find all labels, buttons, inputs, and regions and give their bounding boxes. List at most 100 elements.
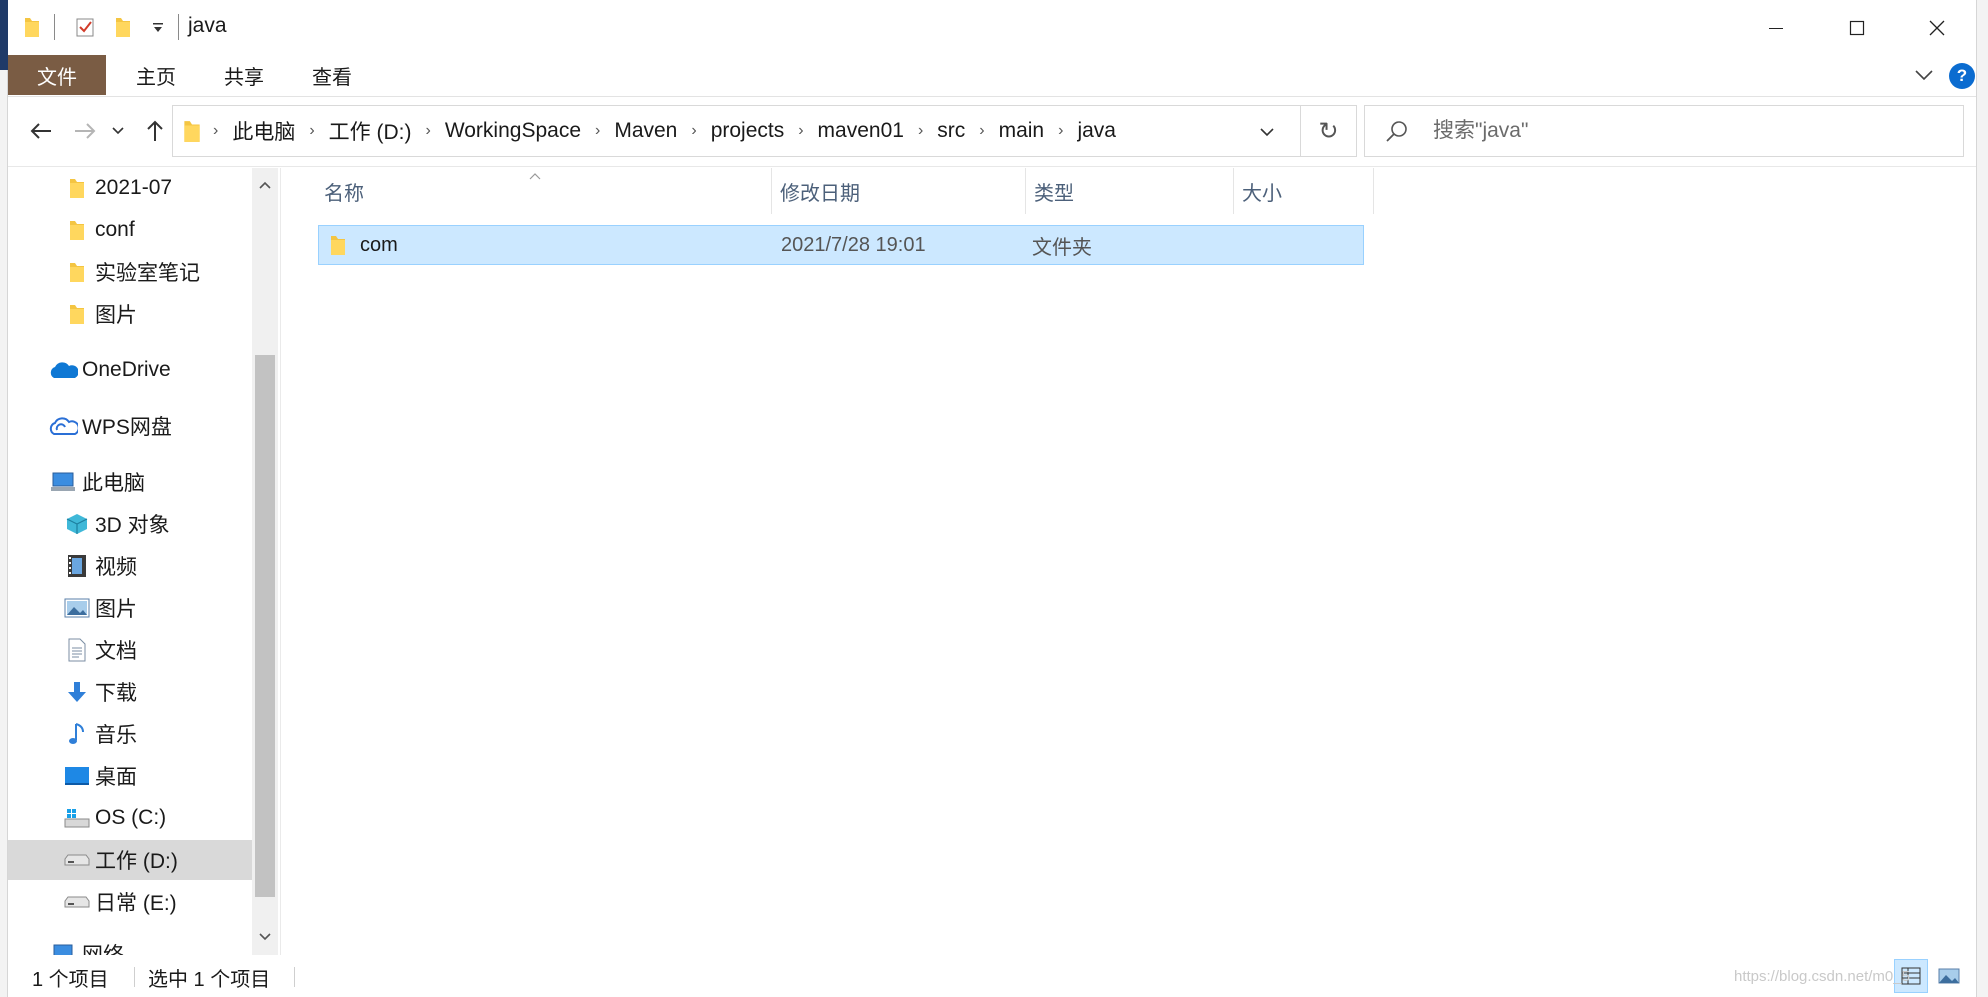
sidebar-item-lab-notes[interactable]: 实验室笔记 [8,252,252,292]
tab-view[interactable]: 查看 [296,55,368,95]
help-button[interactable]: ? [1949,63,1975,89]
large-icons-view-button[interactable] [1932,959,1966,993]
new-folder-icon[interactable] [112,14,134,40]
download-icon [64,679,90,705]
sidebar-item-this-pc[interactable]: 此电脑 [8,462,252,502]
up-button[interactable] [140,115,170,147]
sidebar-item-label: 音乐 [95,724,137,747]
ribbon: 文件 主页 共享 查看 ? [8,55,1976,97]
breadcrumb-item[interactable]: src [929,119,973,143]
sidebar-item-desktop[interactable]: 桌面 [8,756,252,796]
sidebar-item-label: 工作 (D:) [95,850,178,873]
breadcrumb-item[interactable]: Maven [606,119,685,143]
file-explorer-window: java 文件 主页 共享 查看 ? › 此电脑 › 工作 (D:) › Wor… [8,0,1976,997]
breadcrumb-separator[interactable]: › [912,122,929,140]
breadcrumb-item[interactable]: 工作 (D:) [321,116,420,146]
back-button[interactable] [26,115,56,147]
breadcrumb-item-current[interactable]: java [1069,119,1124,143]
tab-home[interactable]: 主页 [120,55,192,95]
search-input[interactable] [1433,106,1953,156]
sidebar-item-videos[interactable]: 视频 [8,546,252,586]
minimize-button[interactable] [1735,0,1817,55]
scroll-down-icon[interactable] [252,924,278,950]
sidebar-item-label: 日常 (E:) [95,892,177,915]
close-button[interactable] [1896,0,1978,55]
scroll-up-icon[interactable] [252,172,278,198]
folder-icon [22,14,42,40]
sidebar-item-label: 2021-07 [95,176,173,199]
customize-quick-access-icon[interactable] [148,14,168,40]
breadcrumb-separator[interactable]: › [792,122,809,140]
expand-ribbon-icon[interactable] [1910,63,1938,87]
breadcrumb-item[interactable]: maven01 [810,119,912,143]
sidebar-item-downloads[interactable]: 下载 [8,672,252,712]
breadcrumb-separator[interactable]: › [685,122,702,140]
desktop-icon [64,763,90,789]
breadcrumb: › 此电脑 › 工作 (D:) › WorkingSpace › Maven ›… [183,106,1124,156]
sidebar-item-conf[interactable]: conf [8,210,252,250]
sidebar-item-label: 3D 对象 [95,514,170,537]
sidebar-item-onedrive[interactable]: OneDrive [8,350,252,390]
sidebar-item-pictures-folder[interactable]: 图片 [8,294,252,334]
column-header-modified[interactable]: 修改日期 [772,168,1026,214]
sidebar-item-label: WPS网盘 [82,416,172,439]
navigation-scrollbar[interactable] [252,168,278,955]
maximize-button[interactable] [1816,0,1898,55]
navigation-bar: › 此电脑 › 工作 (D:) › WorkingSpace › Maven ›… [8,97,1976,167]
video-icon [64,553,90,579]
breadcrumb-item[interactable]: 此电脑 [224,116,303,146]
sidebar-item-label: 实验室笔记 [95,262,200,285]
sidebar-item-wps-drive[interactable]: WPS网盘 [8,406,252,446]
background-window-right [1976,0,1988,997]
table-row[interactable]: com 2021/7/28 19:01 文件夹 [318,225,1364,265]
window-title: java [188,14,227,37]
folder-icon [64,217,90,243]
network-icon [50,941,76,955]
folder-icon [64,175,90,201]
breadcrumb-separator[interactable]: › [303,122,320,140]
refresh-button[interactable]: ↻ [1301,105,1357,157]
music-icon [64,721,90,747]
tab-file[interactable]: 文件 [8,55,106,95]
breadcrumb-item[interactable]: WorkingSpace [437,119,589,143]
scrollbar-thumb[interactable] [255,355,275,897]
sidebar-item-pictures[interactable]: 图片 [8,588,252,628]
address-history-icon[interactable] [1253,118,1281,146]
breadcrumb-separator[interactable]: › [1052,122,1069,140]
file-name[interactable]: com [360,226,398,264]
forward-button[interactable] [70,115,100,147]
sidebar-item-label: 图片 [95,304,137,327]
file-modified: 2021/7/28 19:01 [781,233,926,256]
sidebar-item-2021-07[interactable]: 2021-07 [8,168,252,208]
pane-divider[interactable] [280,168,281,955]
windows-drive-icon [64,805,90,831]
sidebar-item-drive-d[interactable]: 工作 (D:) [8,840,252,880]
drive-icon [64,889,90,915]
sidebar-item-label: conf [95,218,135,241]
address-bar[interactable]: › 此电脑 › 工作 (D:) › WorkingSpace › Maven ›… [172,105,1301,157]
sidebar-item-documents[interactable]: 文档 [8,630,252,670]
search-box[interactable] [1364,105,1964,157]
tab-share[interactable]: 共享 [208,55,280,95]
background-window-left [0,0,8,997]
recent-locations-button[interactable] [108,115,128,147]
column-header-type[interactable]: 类型 [1026,168,1234,214]
sidebar-item-network[interactable]: 网络 [8,934,252,955]
breadcrumb-separator[interactable]: › [419,122,436,140]
column-header-name[interactable]: 名称 [316,168,772,214]
properties-icon[interactable] [72,14,98,40]
sidebar-item-drive-c[interactable]: OS (C:) [8,798,252,838]
breadcrumb-separator[interactable]: › [973,122,990,140]
computer-icon [50,469,76,495]
column-header-size[interactable]: 大小 [1234,168,1374,214]
breadcrumb-separator[interactable]: › [589,122,606,140]
sidebar-item-drive-e[interactable]: 日常 (E:) [8,882,252,922]
sidebar-item-3d-objects[interactable]: 3D 对象 [8,504,252,544]
quick-access-separator [54,14,55,40]
sidebar-item-label: 视频 [95,556,137,579]
sidebar-item-label: 文档 [95,640,137,663]
breadcrumb-item[interactable]: projects [703,119,793,143]
breadcrumb-item[interactable]: main [991,119,1053,143]
selection-count: 选中 1 个项目 [148,969,271,991]
sidebar-item-music[interactable]: 音乐 [8,714,252,754]
